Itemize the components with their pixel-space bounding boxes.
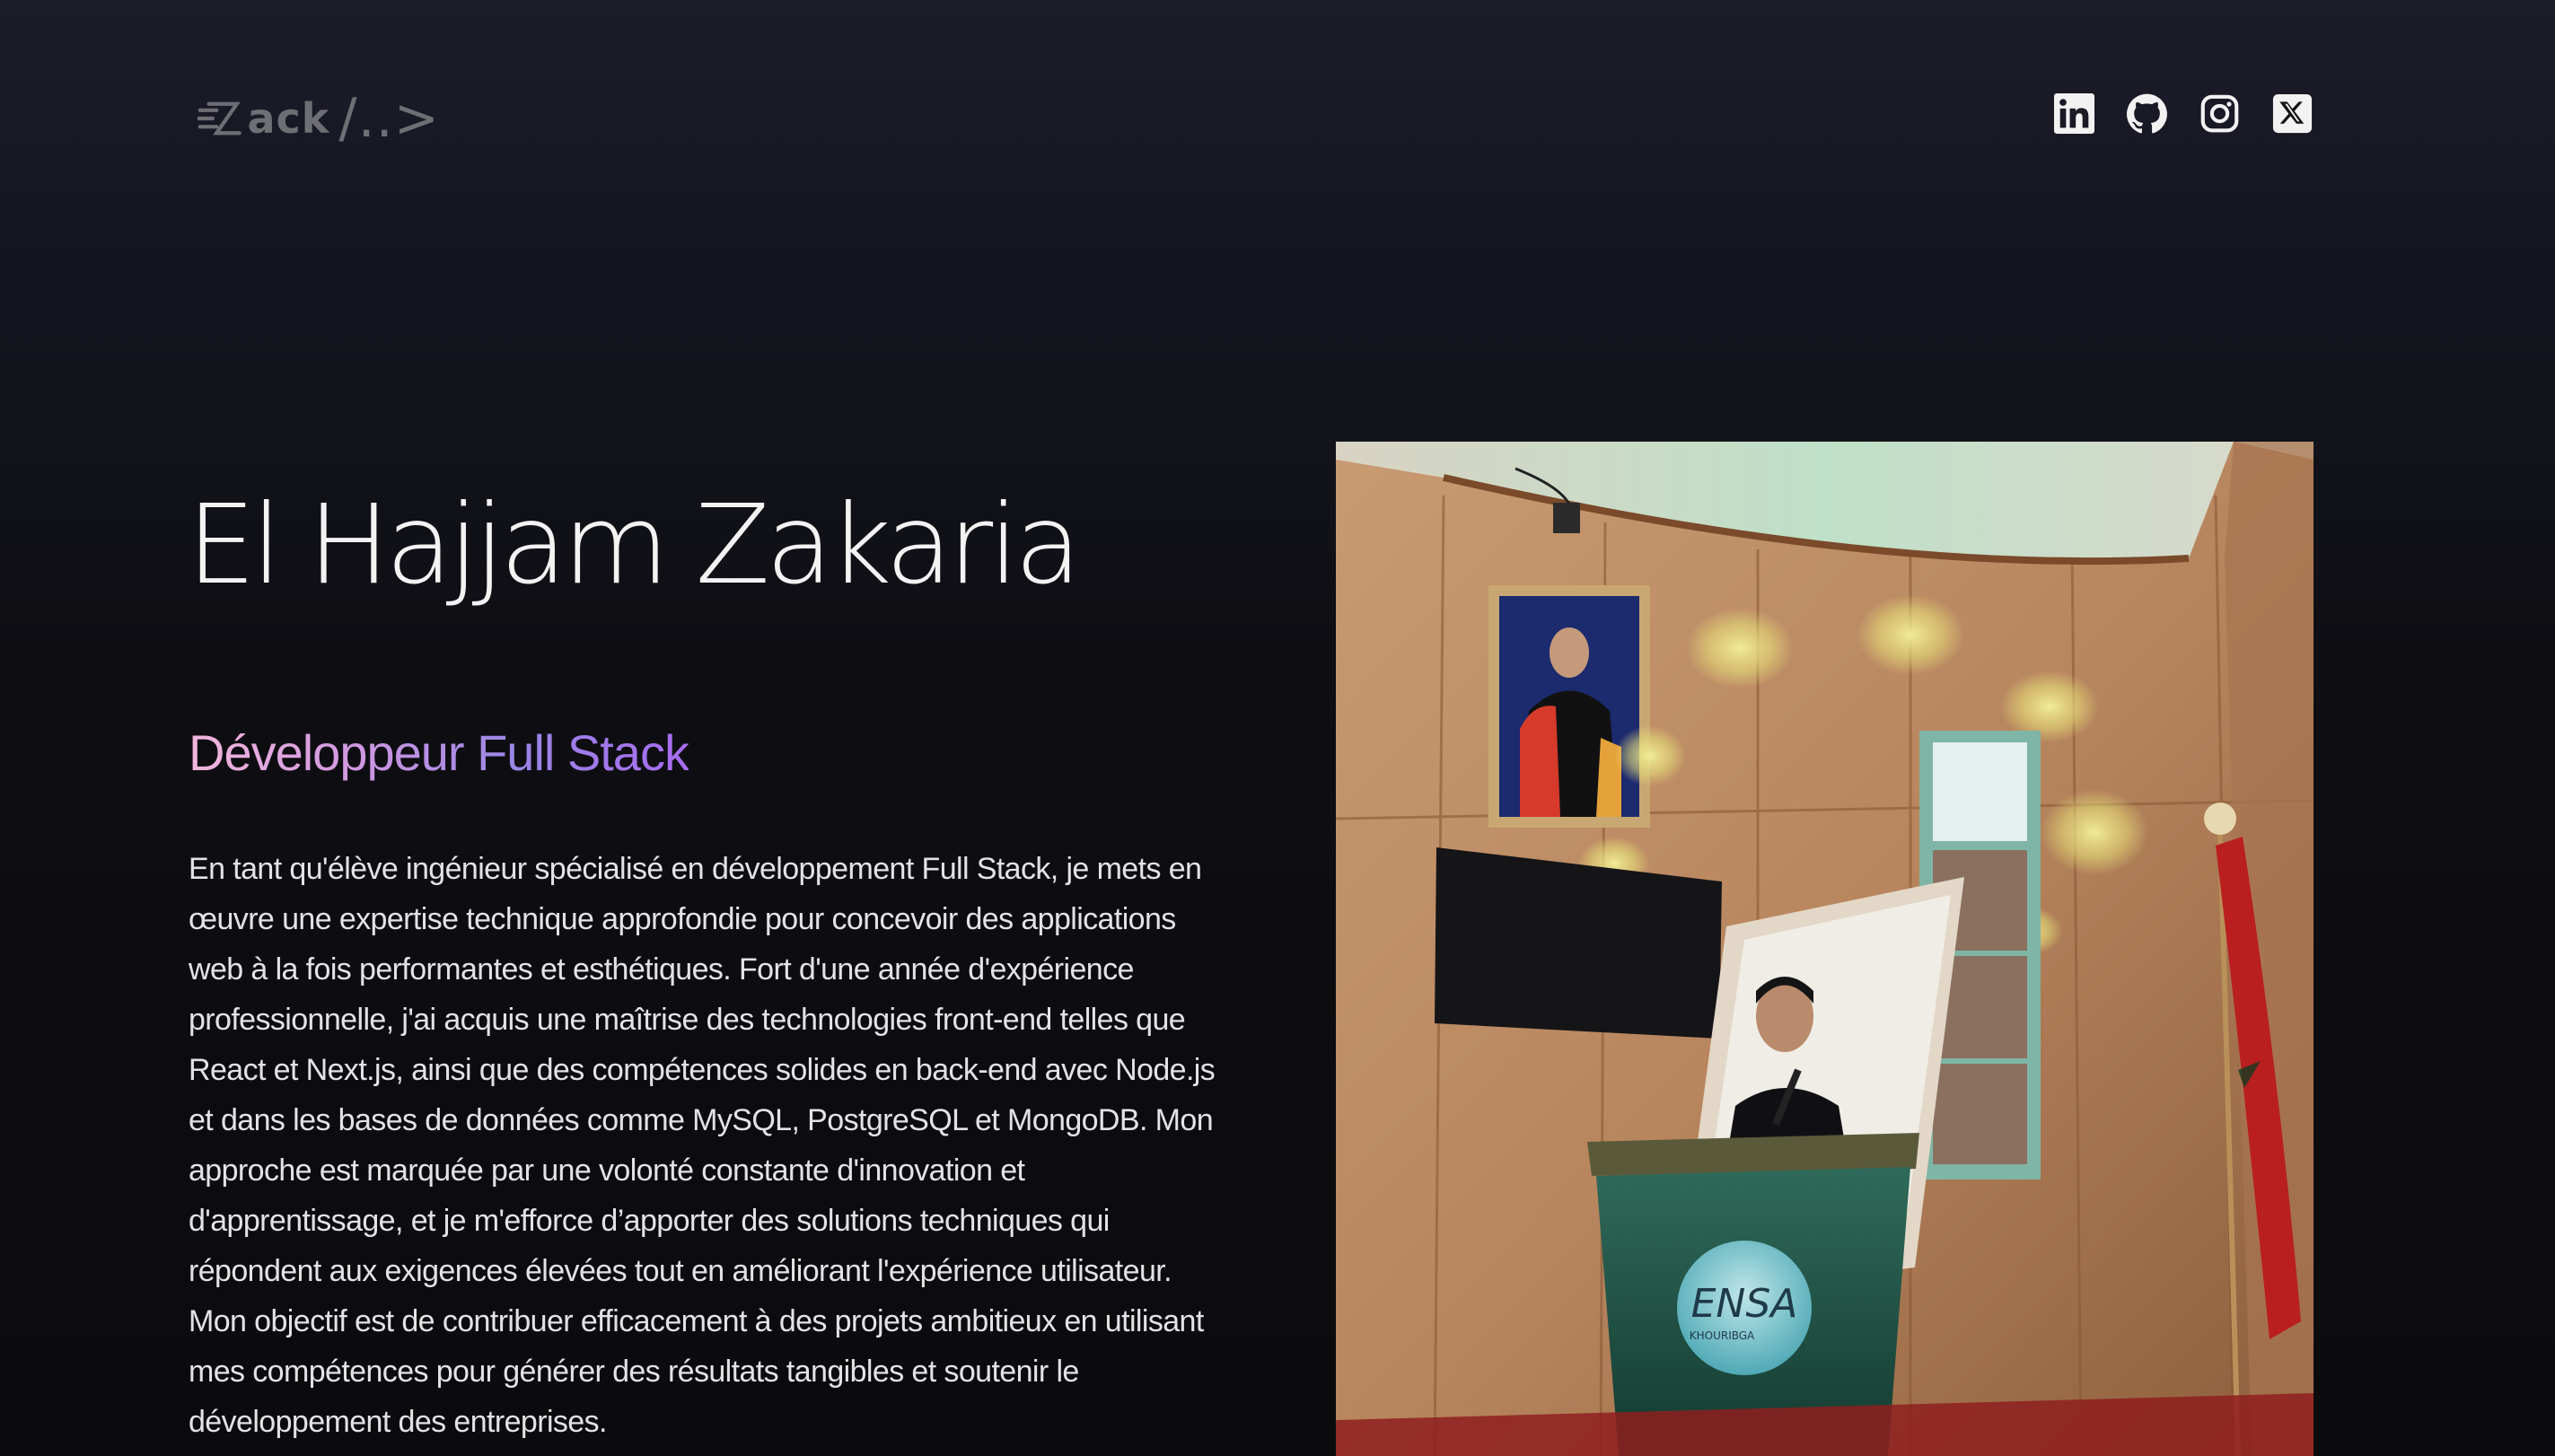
profile-photo: ENSA KHOURIBGA: [1336, 442, 2314, 1456]
site-logo[interactable]: ack /..>: [198, 83, 440, 154]
logo-tail: /..>: [338, 87, 440, 150]
linkedin-icon: [2054, 93, 2094, 134]
instagram-icon: [2200, 94, 2239, 133]
github-link[interactable]: [2127, 93, 2167, 134]
logo-wordmark: ack: [247, 94, 330, 143]
github-icon: [2127, 93, 2167, 134]
linkedin-link[interactable]: [2054, 93, 2094, 134]
social-links: [2054, 93, 2313, 134]
podium-logo-text: ENSA: [1691, 1281, 1798, 1327]
speed-lines-z-icon: [198, 101, 241, 136]
hero-description: En tant qu'élève ingénieur spécialisé en…: [189, 852, 1216, 1439]
x-link[interactable]: [2272, 93, 2313, 134]
podium-logo-subtext: KHOURIBGA: [1690, 1329, 1755, 1342]
x-icon: [2272, 93, 2313, 134]
hero-role: Développeur Full Stack: [189, 723, 689, 783]
hero-name: El Hajjam Zakaria: [187, 481, 1082, 609]
instagram-link[interactable]: [2199, 93, 2240, 134]
